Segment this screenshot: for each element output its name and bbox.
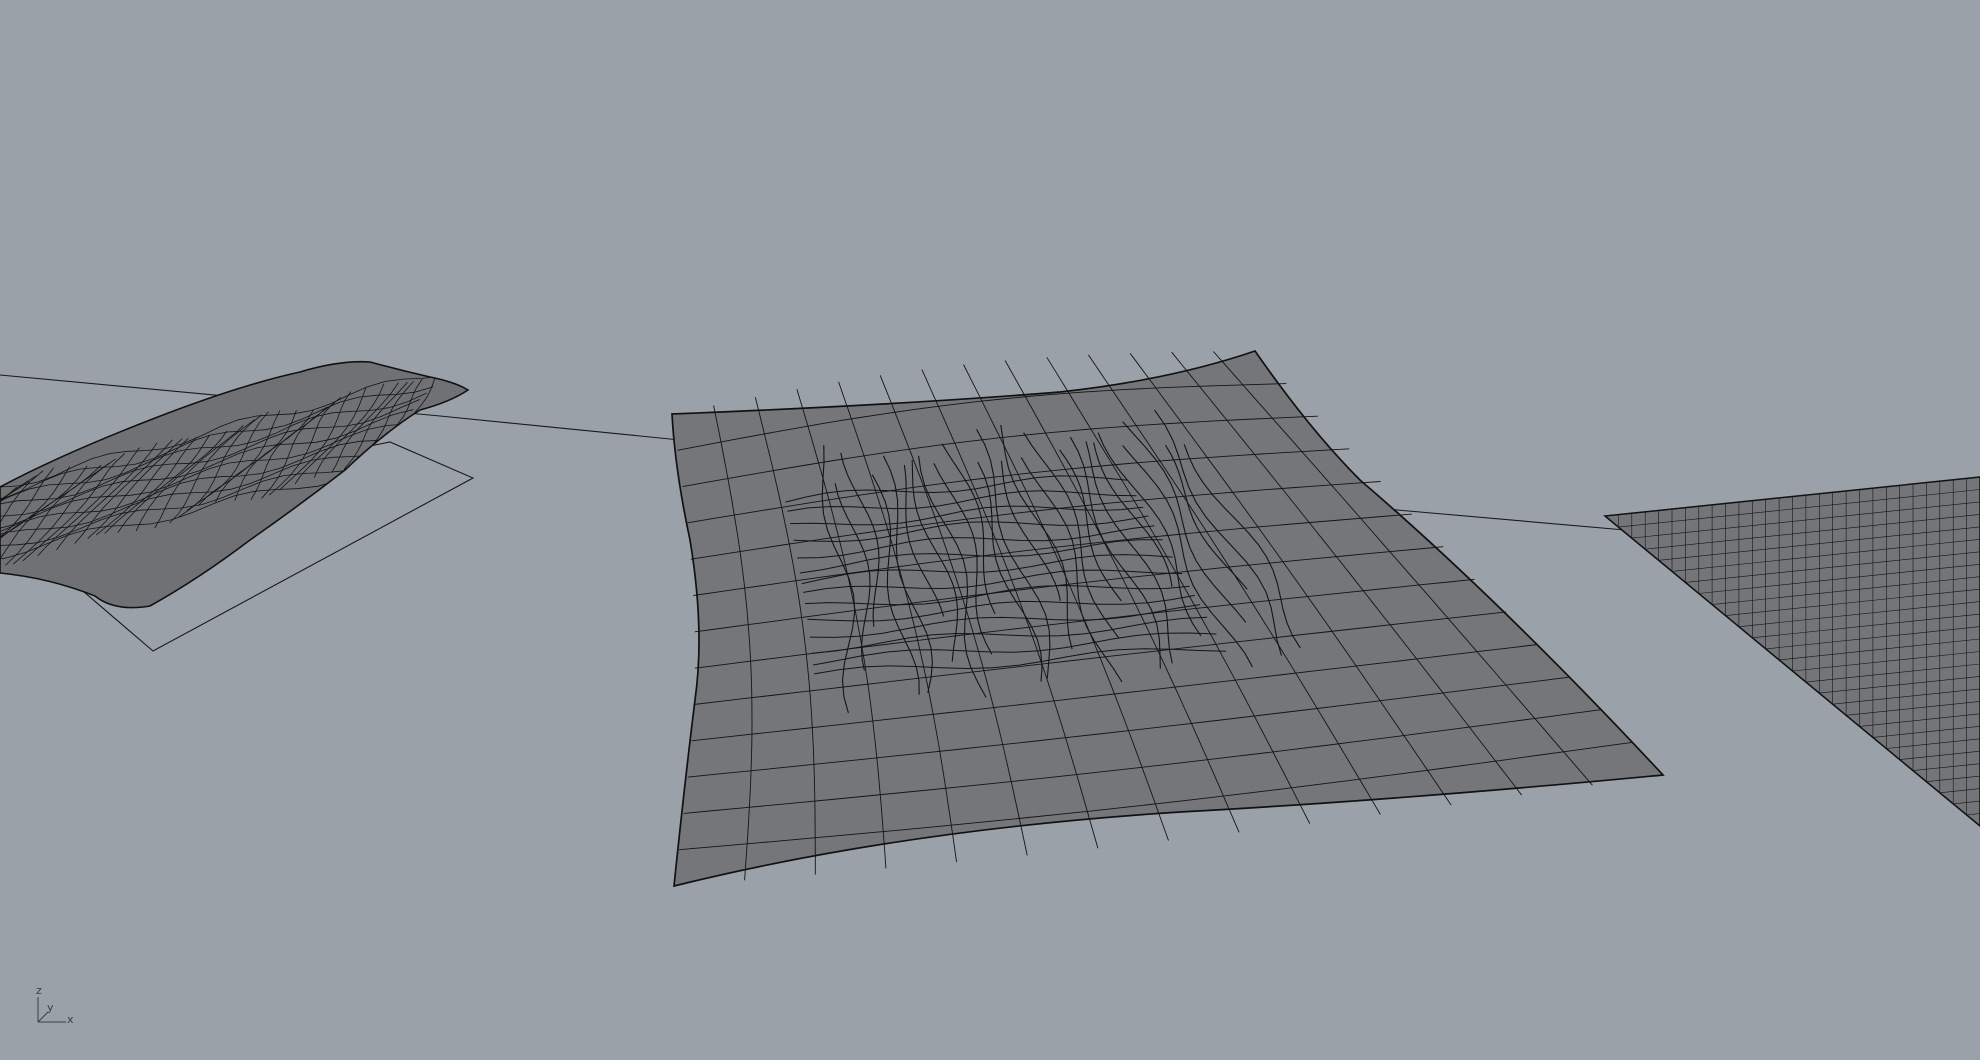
center-surface[interactable] — [671, 349, 1665, 888]
left-terrain-mesh[interactable] — [0, 360, 470, 609]
axis-y-label: y — [47, 1001, 54, 1014]
scene-canvas[interactable] — [0, 0, 1980, 1060]
perspective-viewport[interactable]: z y x — [0, 0, 1980, 1060]
axis-x-label: x — [67, 1013, 74, 1026]
terrain-outline — [0, 360, 470, 609]
axis-z-label: z — [36, 984, 42, 997]
